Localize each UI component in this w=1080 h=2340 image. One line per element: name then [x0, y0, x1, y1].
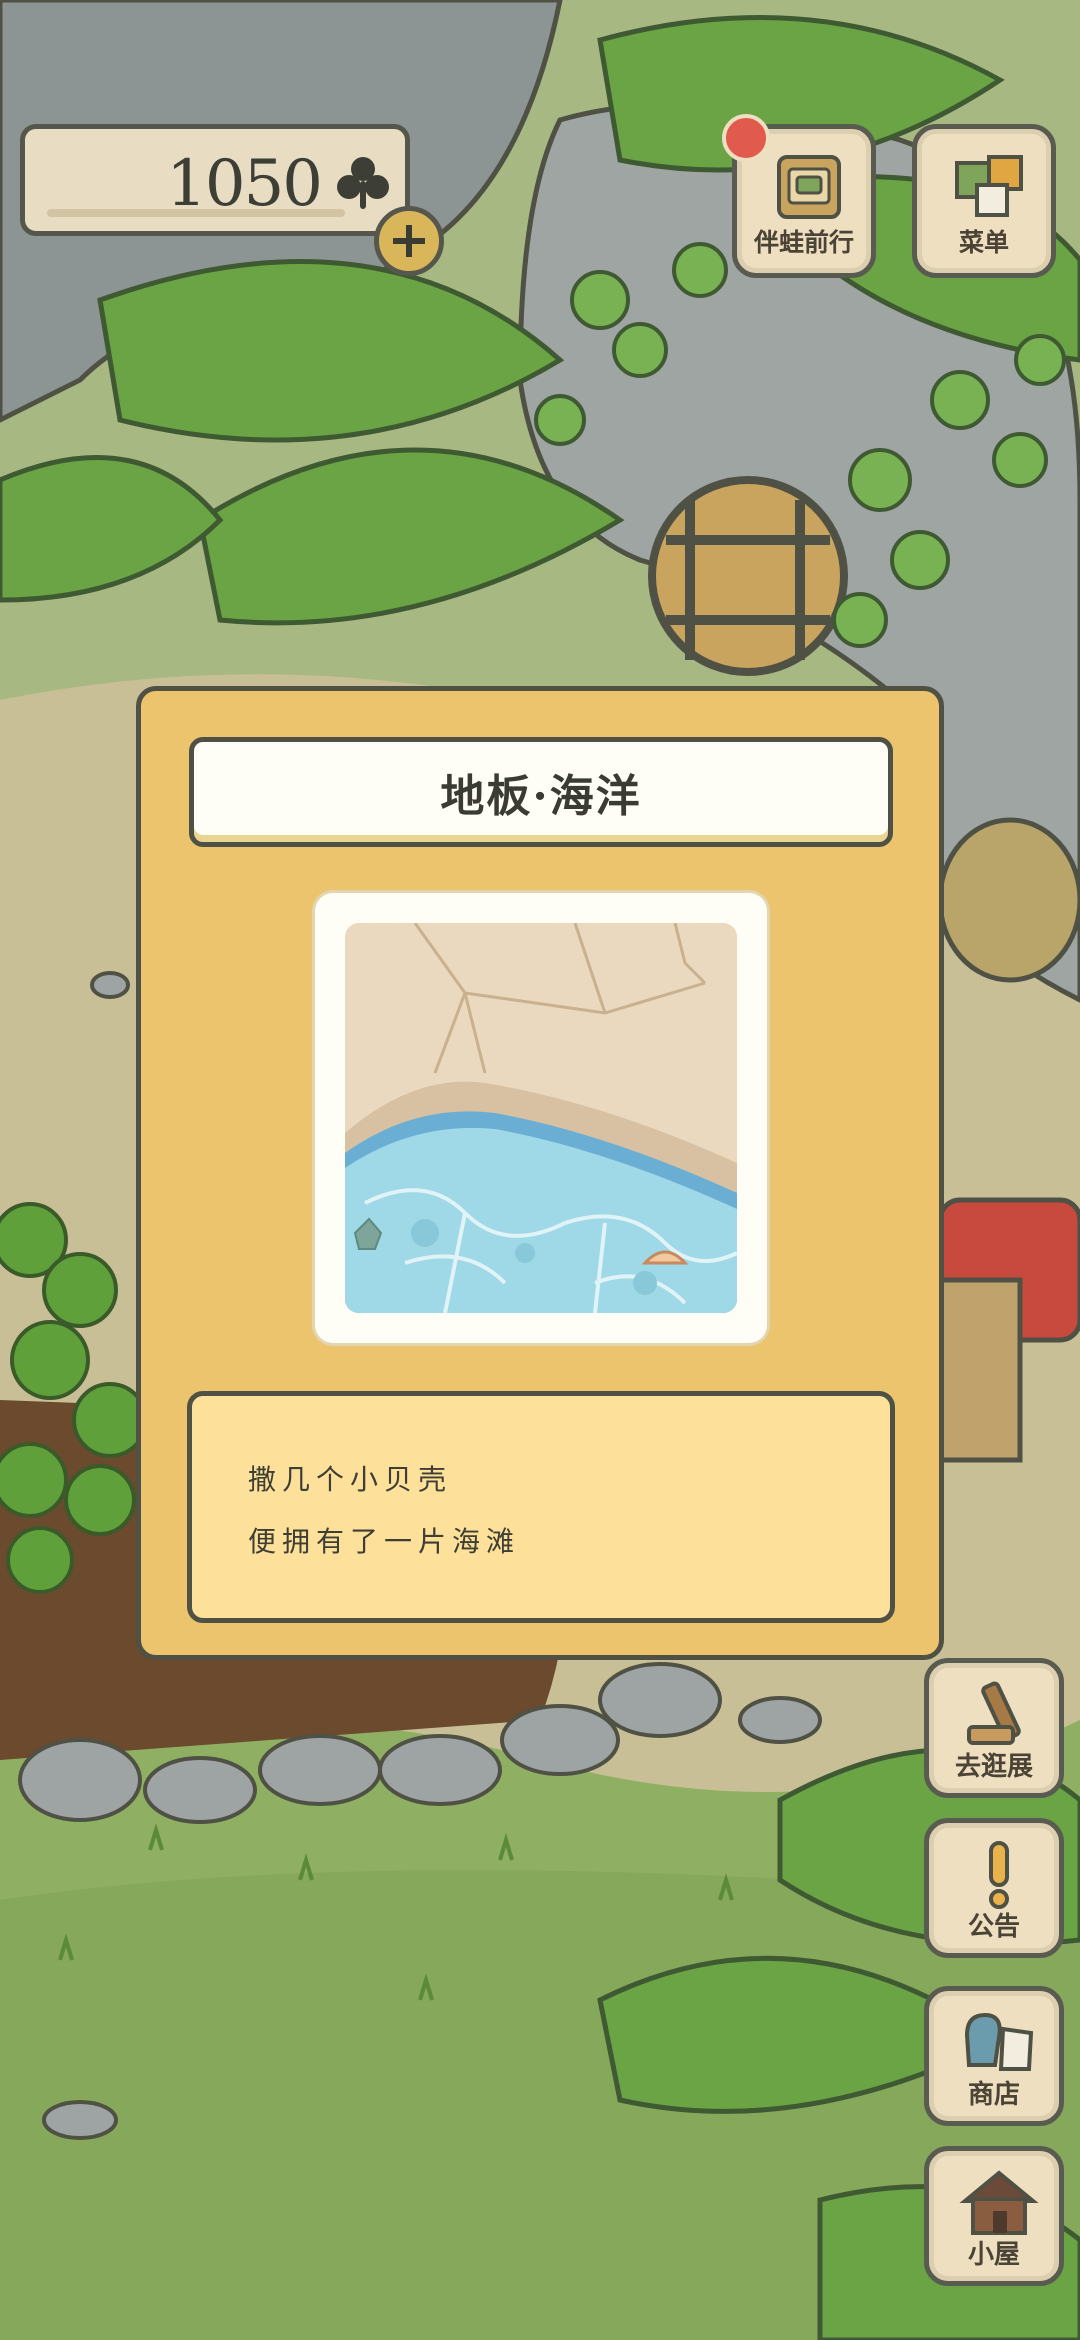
- cabin-button[interactable]: 小屋: [924, 2146, 1064, 2286]
- exclamation-icon: [989, 1841, 1009, 1909]
- menu-label: 菜单: [958, 228, 1009, 257]
- travel-bag-icon: [777, 155, 841, 219]
- item-title: 地板·海洋: [189, 737, 893, 847]
- ocean-floor-preview: [345, 923, 737, 1313]
- item-preview-image: [345, 923, 737, 1313]
- shop-label: 商店: [967, 2080, 1020, 2110]
- description-line: 便拥有了一片海滩: [248, 1525, 521, 1558]
- announcement-button[interactable]: 公告: [924, 1818, 1064, 1958]
- announcement-label: 公告: [967, 1912, 1020, 1942]
- clover-counter: 1050: [20, 124, 410, 236]
- clover-underline: [47, 209, 345, 217]
- mallet-icon: [967, 1681, 1021, 1745]
- notification-badge: [722, 114, 770, 162]
- travel-with-frog-label: 伴蛙前行: [753, 228, 854, 257]
- item-description: 撒几个小贝壳 便拥有了一片海滩: [187, 1391, 895, 1623]
- visit-exhibition-label: 去逛展: [954, 1752, 1033, 1782]
- shop-bags-icon: [964, 2012, 1034, 2071]
- item-detail-dialog: 地板·海洋 撒几个小贝壳 便拥有了一片海滩: [136, 686, 944, 1660]
- clover-icon: [337, 157, 389, 209]
- cabin-label: 小屋: [967, 2240, 1020, 2270]
- shop-button[interactable]: 商店: [924, 1986, 1064, 2126]
- plus-icon: [393, 225, 425, 257]
- house-icon: [959, 2170, 1039, 2235]
- visit-exhibition-button[interactable]: 去逛展: [924, 1658, 1064, 1798]
- add-clover-button[interactable]: [374, 206, 444, 276]
- menu-papers-icon: [955, 155, 1023, 217]
- description-line: 撒几个小贝壳: [248, 1463, 453, 1496]
- item-preview-frame: [315, 893, 767, 1343]
- menu-button[interactable]: 菜单: [912, 124, 1056, 278]
